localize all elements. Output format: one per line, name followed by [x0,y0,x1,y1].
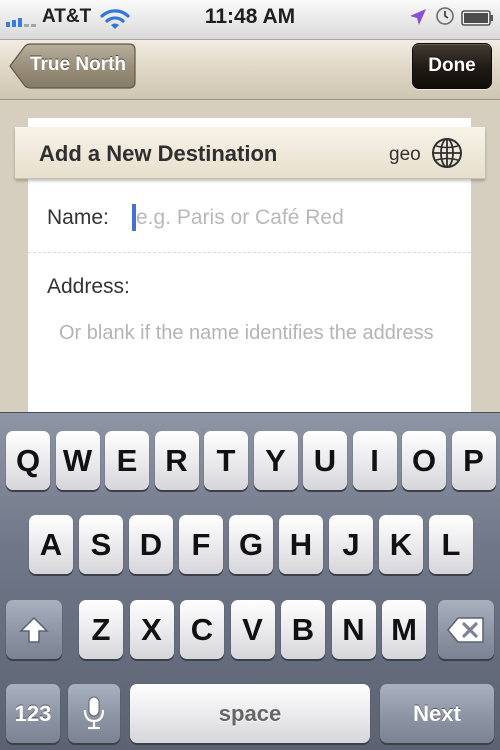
name-field-row: Name: [28,180,471,253]
key-y[interactable]: Y [253,431,298,490]
space-key[interactable]: space [130,684,370,743]
shift-key[interactable] [6,600,62,659]
clock-icon [436,7,454,25]
battery-icon [461,10,493,26]
microphone-icon [83,696,105,730]
key-v[interactable]: V [230,600,275,659]
key-t[interactable]: T [204,431,248,490]
key-k[interactable]: K [379,515,423,574]
key-p[interactable]: P [451,431,496,490]
key-d[interactable]: D [129,515,173,574]
key-u[interactable]: U [303,431,347,490]
name-input[interactable] [136,205,456,231]
delete-key[interactable] [438,600,494,659]
key-q[interactable]: Q [6,431,50,490]
navigation-bar: True North Done [0,40,500,100]
back-button-label: True North [29,54,127,75]
key-r[interactable]: R [154,431,199,490]
shift-icon [19,616,49,643]
address-field-row: Address: [28,253,471,413]
key-x[interactable]: X [129,600,174,659]
key-b[interactable]: B [281,600,325,659]
form-title: Add a New Destination [39,141,278,166]
address-input[interactable] [59,319,439,389]
key-a[interactable]: A [29,515,73,574]
key-n[interactable]: N [331,600,376,659]
dictation-key[interactable] [68,684,120,743]
keyboard: QWERTYUIOP ASDFGHJKL ZXCVBNM 123 space N… [0,412,500,750]
geo-label[interactable]: geo [389,144,421,166]
key-c[interactable]: C [180,600,224,659]
key-w[interactable]: W [55,431,100,490]
address-label: Address: [47,275,130,298]
key-i[interactable]: I [352,431,397,490]
next-key[interactable]: Next [380,684,494,743]
globe-icon[interactable] [431,137,463,169]
form-header: Add a New Destination geo [15,127,485,179]
key-j[interactable]: J [329,515,373,574]
key-m[interactable]: M [382,600,426,659]
key-s[interactable]: S [79,515,123,574]
status-bar: AT&T 11:48 AM [0,0,500,40]
location-arrow-icon [410,9,426,25]
key-h[interactable]: H [279,515,323,574]
back-button[interactable]: True North [8,43,136,89]
key-l[interactable]: L [429,515,473,574]
key-g[interactable]: G [229,515,273,574]
key-z[interactable]: Z [79,600,123,659]
delete-icon [447,617,484,643]
key-f[interactable]: F [179,515,223,574]
numbers-key[interactable]: 123 [6,684,60,743]
key-o[interactable]: O [402,431,446,490]
key-e[interactable]: E [105,431,149,490]
name-label: Name: [47,206,109,229]
done-button[interactable]: Done [412,43,492,89]
